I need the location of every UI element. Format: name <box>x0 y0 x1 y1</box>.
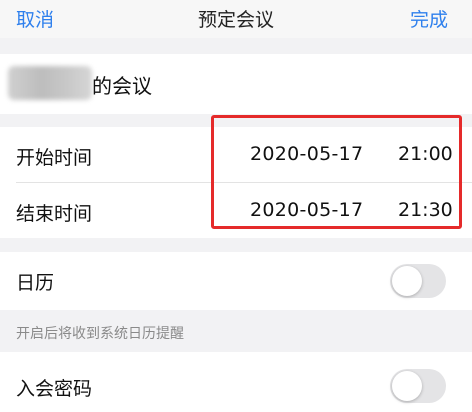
done-button[interactable]: 完成 <box>410 5 448 32</box>
meeting-subject-text: 的会议 <box>92 74 152 98</box>
start-time-label: 开始时间 <box>16 147 93 169</box>
calendar-label: 日历 <box>16 272 55 294</box>
end-time-label: 结束时间 <box>16 203 93 225</box>
calendar-hint: 开启后将收到系统日历提醒 <box>16 326 184 342</box>
blurred-name <box>8 66 92 100</box>
password-toggle[interactable] <box>390 369 446 403</box>
calendar-row: 日历 <box>0 252 472 310</box>
password-row: 入会密码 <box>0 352 472 412</box>
nav-bar: 取消 预定会议 完成 <box>0 0 472 38</box>
toggle-knob <box>392 371 422 401</box>
highlight-annotation <box>211 115 462 229</box>
meeting-subject-field[interactable]: 的会议 <box>0 54 472 114</box>
page-title: 预定会议 <box>197 9 274 31</box>
password-label: 入会密码 <box>16 378 93 400</box>
calendar-toggle[interactable] <box>390 264 446 298</box>
toggle-knob <box>392 266 422 296</box>
